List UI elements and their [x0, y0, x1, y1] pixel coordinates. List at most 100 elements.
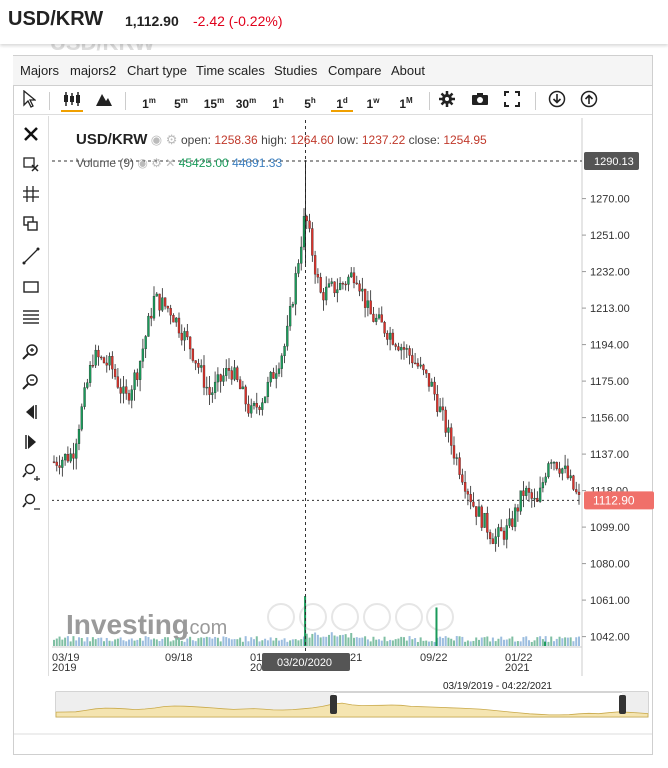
crosshair-date-label: 03/20/2020 — [277, 657, 332, 669]
volume-bar — [91, 637, 94, 646]
volume-bar — [505, 639, 508, 646]
candle-body — [319, 277, 322, 293]
volume-bar — [164, 637, 167, 646]
navigator-handle-right — [619, 695, 626, 714]
candle-body — [194, 360, 197, 364]
volume-bar — [480, 637, 483, 646]
candle-body — [513, 507, 517, 527]
volume-settings-icon[interactable]: ◉ ⚙ ✕ — [137, 156, 178, 170]
volume-bar — [203, 637, 205, 646]
visibility-eye-icon[interactable]: ◉ ⚙ — [151, 132, 181, 147]
volume-bar — [419, 637, 422, 646]
candle-body — [344, 283, 347, 286]
volume-bar — [516, 641, 519, 646]
legend-low-label: low: — [337, 133, 359, 147]
volume-bar — [83, 641, 86, 646]
candle-body — [508, 518, 511, 526]
volume-bar — [297, 640, 300, 646]
volume-bar — [333, 635, 336, 646]
candle-body — [63, 454, 67, 461]
volume-bar — [328, 634, 330, 646]
volume-bar — [322, 636, 325, 646]
candle-body — [238, 379, 242, 390]
volume-bar — [264, 638, 267, 646]
legend-high: 1264.60 — [290, 133, 334, 147]
volume-bar — [358, 637, 361, 646]
candle-body — [141, 348, 145, 362]
volume-bar — [491, 637, 494, 646]
candle-body — [316, 274, 320, 278]
volume-bar — [514, 641, 517, 646]
volume-bar — [530, 641, 533, 646]
volume-bar — [155, 639, 158, 646]
candle-body — [375, 317, 378, 322]
candle-body — [138, 361, 142, 380]
volume-bar — [416, 641, 419, 646]
volume-bar — [500, 636, 503, 646]
volume-bar — [319, 637, 322, 646]
volume-bar — [466, 640, 469, 646]
price-change: -2.42 (-0.22%) — [193, 13, 283, 29]
volume-bar — [397, 638, 400, 646]
candle-body — [119, 387, 122, 394]
candle-body — [269, 372, 272, 383]
candle-body — [266, 381, 270, 397]
candle-body — [352, 272, 356, 284]
volume-bar — [383, 636, 386, 646]
candle-body — [350, 272, 353, 278]
volume-bar — [569, 637, 572, 646]
crosshair-price-label: 1290.13 — [594, 156, 634, 168]
candle-body — [325, 286, 328, 301]
overlay-nav-button-3 — [363, 603, 391, 631]
volume-bar — [441, 637, 444, 646]
candle-body — [280, 355, 283, 369]
candle-body — [150, 315, 153, 319]
volume-bar — [380, 640, 383, 646]
candle-body — [86, 382, 89, 388]
candle-body — [219, 374, 222, 382]
candle-body — [550, 462, 553, 464]
volume-value-2: 44691.33 — [232, 156, 283, 170]
candle-body — [338, 283, 342, 290]
candle-body — [83, 387, 86, 407]
candle-body — [88, 365, 92, 383]
candle-body — [236, 367, 239, 380]
price-chart[interactable]: 1042.001061.001080.001099.001118.001137.… — [0, 0, 668, 768]
volume-bar — [269, 637, 272, 646]
volume-bar — [391, 640, 394, 646]
candle-body — [502, 530, 506, 540]
volume-bar — [186, 638, 189, 646]
volume-bar — [339, 635, 342, 646]
candle-body — [322, 292, 325, 301]
candle-body — [250, 405, 253, 414]
overlay-nav-button-1 — [299, 603, 327, 631]
volume-bar — [372, 636, 375, 646]
volume-bar — [247, 641, 250, 646]
volume-bar — [286, 641, 289, 646]
candle-body — [366, 300, 370, 308]
candle-body — [297, 263, 300, 274]
candle-body — [66, 454, 70, 462]
candle-body — [275, 373, 278, 379]
candle-body — [413, 362, 417, 365]
candle-body — [516, 507, 520, 512]
volume-bar — [183, 641, 186, 646]
volume-bar — [222, 636, 225, 646]
y-tick-label: 1175.00 — [590, 376, 629, 388]
volume-bar — [528, 640, 530, 646]
volume-bar — [366, 639, 369, 646]
volume-spike-bar — [544, 641, 547, 646]
candle-body — [466, 491, 470, 495]
volume-bar — [533, 640, 536, 646]
candle-body — [505, 525, 508, 540]
volume-bar — [111, 641, 114, 646]
y-tick-label: 1232.00 — [590, 267, 630, 279]
candle-body — [75, 443, 78, 459]
volume-bar — [97, 637, 100, 646]
candle-body — [422, 364, 425, 371]
candle-body — [191, 348, 195, 361]
volume-bar — [291, 639, 294, 646]
candle-body — [183, 331, 186, 341]
volume-bar — [147, 637, 150, 646]
last-price-label: 1112.90 — [593, 493, 635, 507]
